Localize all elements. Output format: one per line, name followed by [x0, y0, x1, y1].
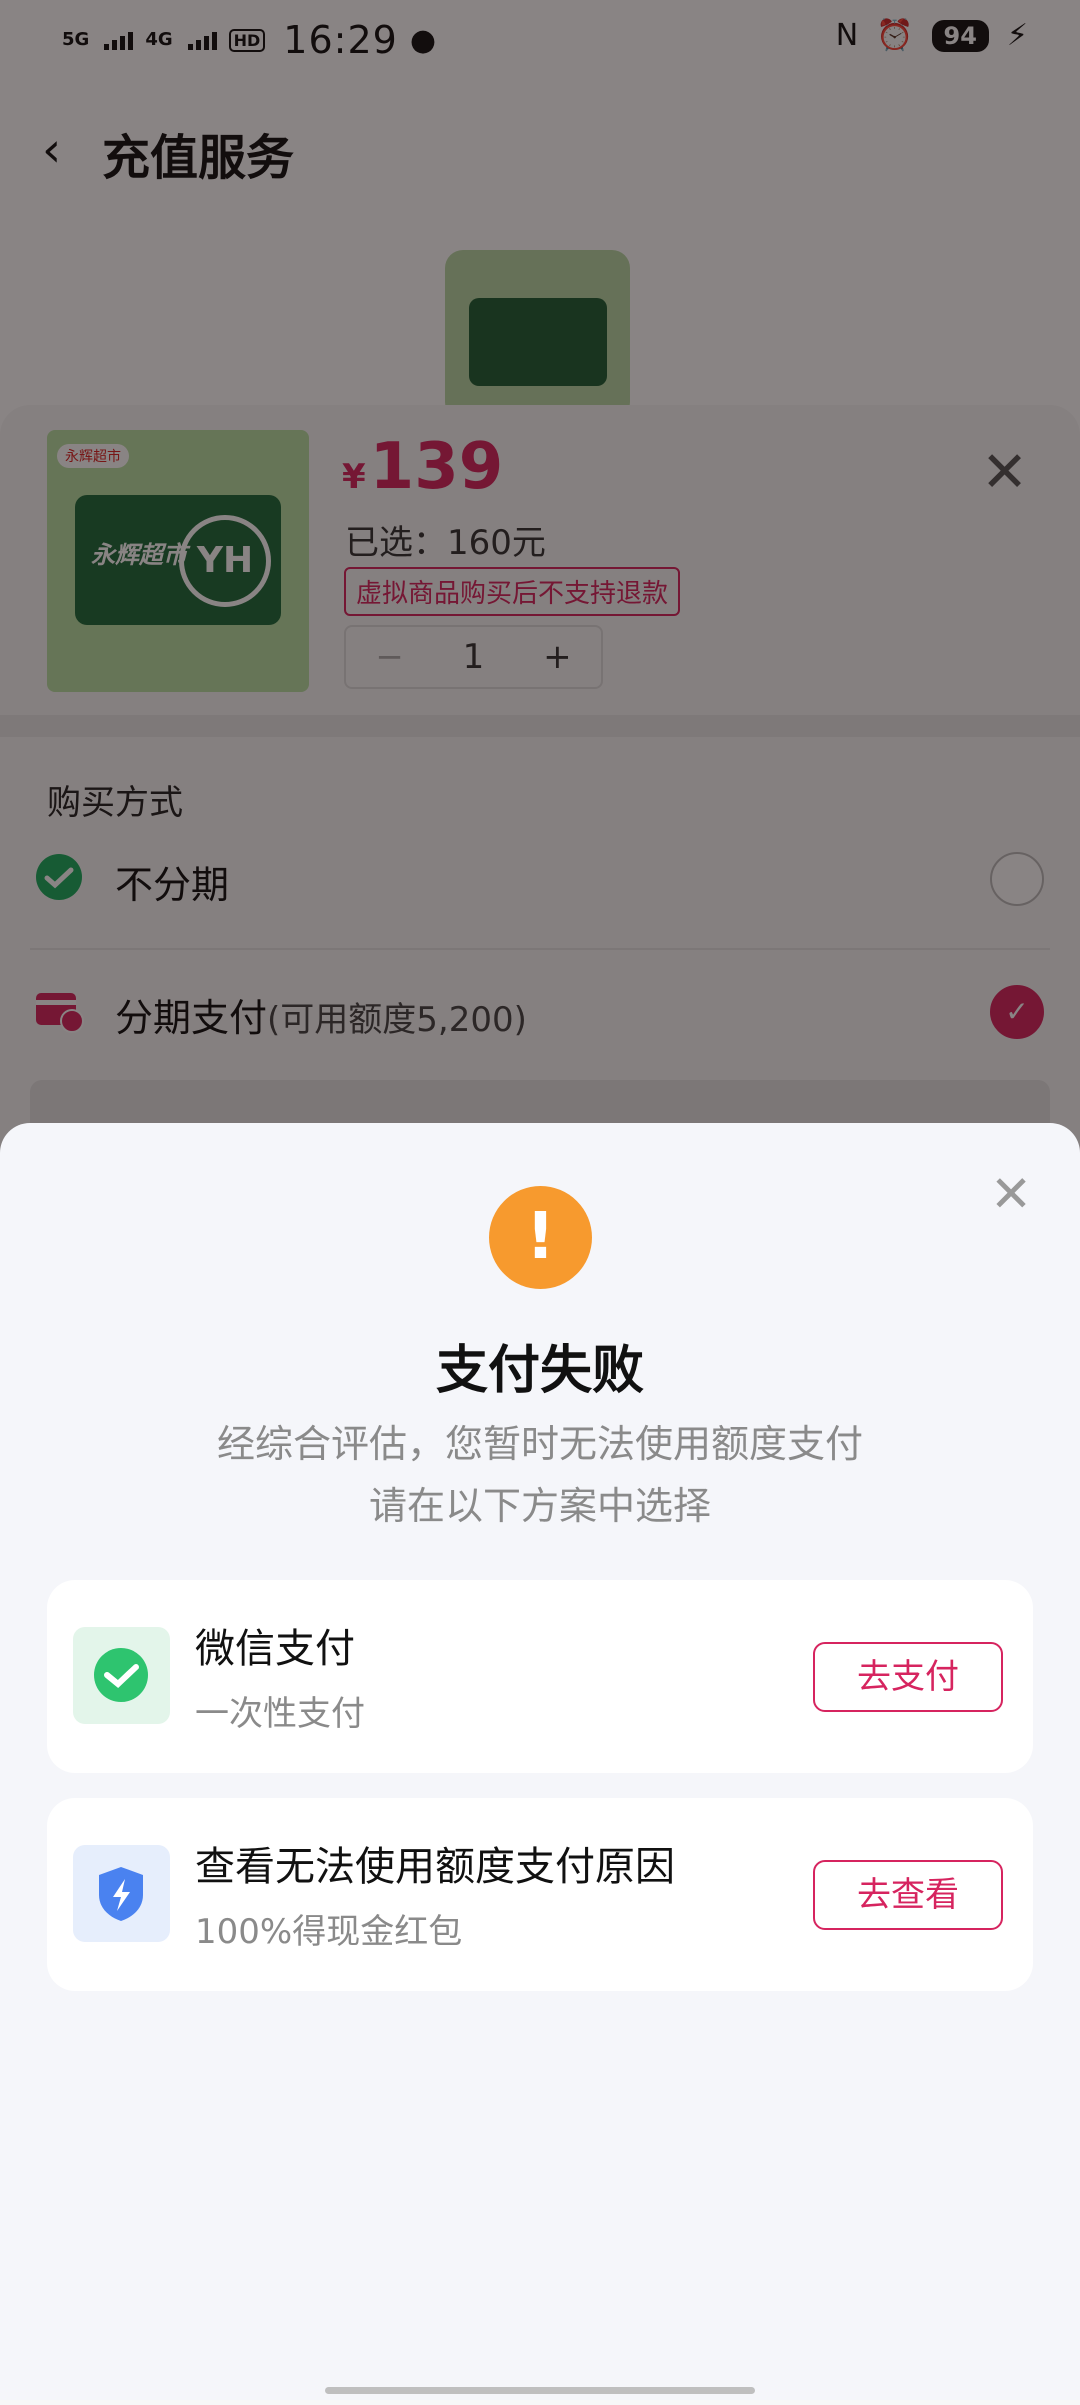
- shield-lightning-icon: [73, 1845, 170, 1942]
- modal-title: 支付失败: [435, 1341, 644, 1401]
- option-subtitle: 100%得现金红包: [195, 1912, 463, 1952]
- wechat-pay-icon: [73, 1627, 170, 1724]
- home-indicator[interactable]: [325, 2387, 755, 2394]
- modal-description-line2: 请在以下方案中选择: [368, 1484, 711, 1528]
- modal-description: 经综合评估，您暂时无法使用额度支付: [216, 1422, 863, 1466]
- payment-failed-modal: ✕ ! 支付失败 经综合评估，您暂时无法使用额度支付 请在以下方案中选择 微信支…: [0, 1123, 1080, 2400]
- close-icon[interactable]: ✕: [990, 1165, 1032, 1223]
- warning-icon: !: [489, 1186, 592, 1289]
- pay-now-button[interactable]: 去支付: [813, 1642, 1003, 1712]
- option-title: 查看无法使用额度支付原因: [195, 1844, 675, 1890]
- option-title: 微信支付: [195, 1626, 355, 1672]
- option-subtitle: 一次性支付: [195, 1694, 365, 1734]
- option-card-wechat-pay: 微信支付 一次性支付 去支付: [47, 1580, 1033, 1773]
- option-card-view-reason: 查看无法使用额度支付原因 100%得现金红包 去查看: [47, 1798, 1033, 1991]
- view-reason-button[interactable]: 去查看: [813, 1860, 1003, 1930]
